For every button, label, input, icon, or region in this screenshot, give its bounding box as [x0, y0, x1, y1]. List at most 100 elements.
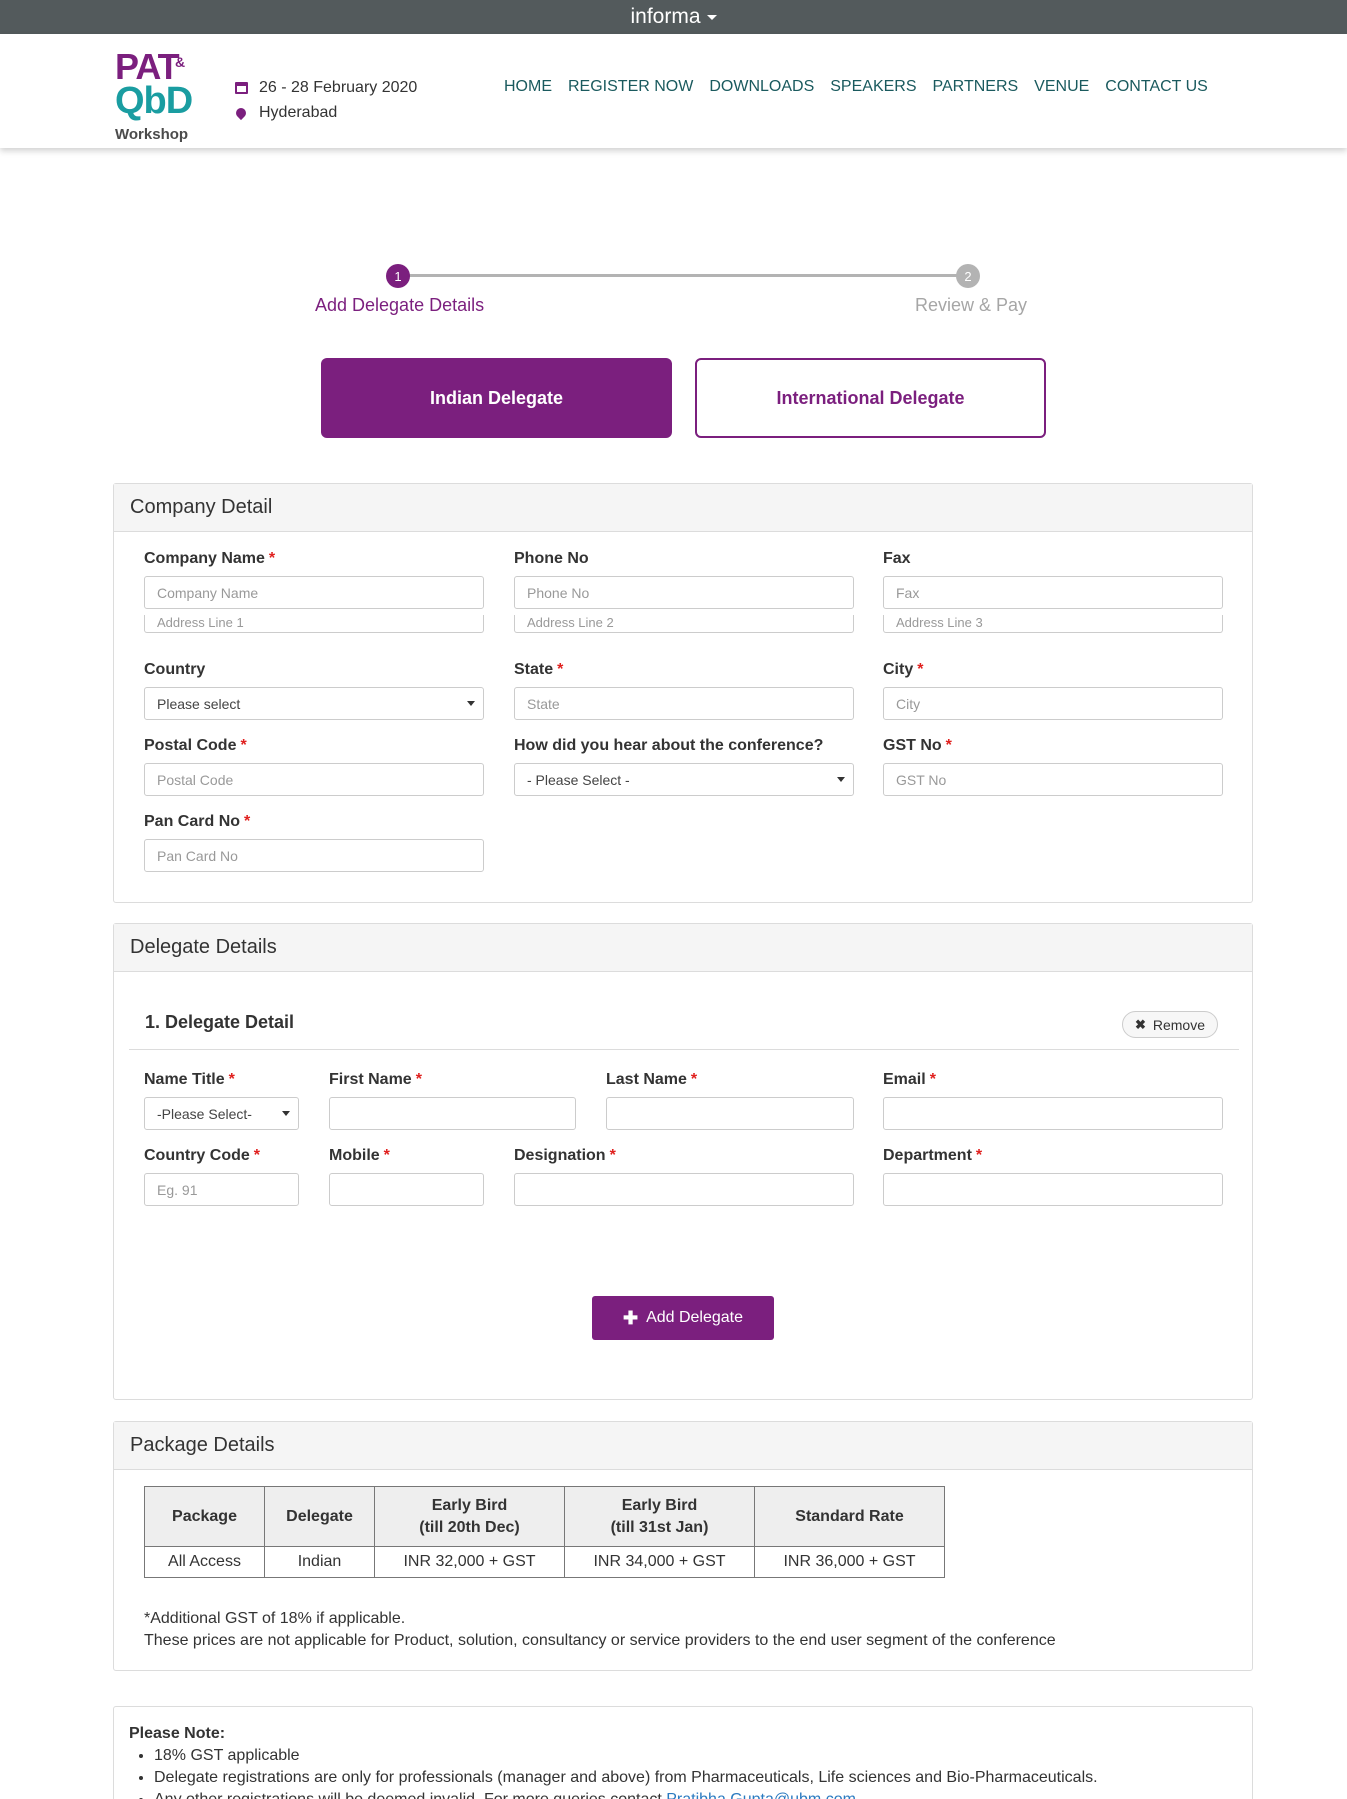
- package-details-heading: Package Details: [114, 1422, 1252, 1470]
- nav-speakers[interactable]: SPEAKERS: [830, 78, 916, 96]
- select-arrow-icon: [467, 701, 475, 706]
- country-code-input[interactable]: Eg. 91: [144, 1173, 299, 1206]
- table-header: Early Bird (till 31st Jan): [564, 1486, 755, 1547]
- informa-brand[interactable]: informa: [630, 5, 700, 29]
- first-name-label: First Name *: [329, 1071, 422, 1088]
- event-logo[interactable]: PAT & QbD Workshop: [115, 46, 193, 143]
- last-name-input[interactable]: [606, 1097, 854, 1130]
- list-item: Delegate registrations are only for prof…: [154, 1767, 1237, 1789]
- gst-label: GST No *: [883, 737, 952, 754]
- nav-partners[interactable]: PARTNERS: [933, 78, 1019, 96]
- add-delegate-button[interactable]: ✚ Add Delegate: [592, 1296, 774, 1340]
- pan-card-input[interactable]: Pan Card No: [144, 839, 484, 872]
- please-note-panel: Please Note: 18% GST applicable Delegate…: [113, 1706, 1253, 1799]
- delegate-divider: [129, 1049, 1239, 1050]
- table-cell: INR 32,000 + GST: [374, 1546, 565, 1578]
- city-label: City *: [883, 661, 924, 678]
- fax-input[interactable]: Fax: [883, 576, 1223, 609]
- designation-input[interactable]: [514, 1173, 854, 1206]
- table-header: Standard Rate: [754, 1486, 945, 1547]
- address-line-2-input[interactable]: Address Line 2: [514, 615, 854, 633]
- table-header: Delegate: [264, 1486, 375, 1547]
- table-cell: All Access: [144, 1546, 265, 1578]
- chevron-down-icon[interactable]: [706, 14, 717, 20]
- hear-about-select[interactable]: - Please Select -: [514, 763, 854, 796]
- department-input[interactable]: [883, 1173, 1223, 1206]
- map-pin-icon: [233, 105, 249, 120]
- event-location: Hyderabad: [259, 104, 338, 121]
- calendar-icon: [234, 81, 248, 94]
- international-delegate-button[interactable]: International Delegate: [695, 358, 1046, 438]
- nav-contact-us[interactable]: CONTACT US: [1105, 78, 1208, 96]
- select-arrow-icon: [837, 777, 845, 782]
- last-name-label: Last Name *: [606, 1071, 698, 1088]
- table-header: Package: [144, 1486, 265, 1547]
- delegate-details-heading: Delegate Details: [114, 924, 1252, 972]
- address-line-1-input[interactable]: Address Line 1: [144, 615, 484, 633]
- department-label: Department *: [883, 1147, 983, 1164]
- mobile-input[interactable]: [329, 1173, 484, 1206]
- step-2-label: Review & Pay: [915, 295, 1028, 315]
- package-details-panel: Package Details Package Delegate Early B…: [113, 1421, 1253, 1671]
- email-input[interactable]: [883, 1097, 1223, 1130]
- nav-downloads[interactable]: DOWNLOADS: [709, 78, 814, 96]
- list-item: Any other registrations will be deemed i…: [154, 1789, 1237, 1799]
- phone-label: Phone No: [514, 550, 589, 567]
- company-name-input[interactable]: Company Name: [144, 576, 484, 609]
- company-detail-heading: Company Detail: [114, 484, 1252, 532]
- step-connector: [398, 274, 968, 277]
- country-select[interactable]: Please select: [144, 687, 484, 720]
- table-cell: INR 34,000 + GST: [564, 1546, 755, 1578]
- step-1-label: Add Delegate Details: [315, 295, 485, 315]
- select-arrow-icon: [282, 1111, 290, 1116]
- logo-workshop: Workshop: [115, 126, 189, 143]
- please-note-title: Please Note:: [129, 1725, 226, 1742]
- email-label: Email *: [883, 1071, 936, 1088]
- first-name-input[interactable]: [329, 1097, 576, 1130]
- nav-home[interactable]: HOME: [504, 78, 552, 96]
- fax-label: Fax: [883, 550, 911, 567]
- pricing-note: These prices are not applicable for Prod…: [144, 1632, 1056, 1649]
- nav-venue[interactable]: VENUE: [1034, 78, 1089, 96]
- contact-email-link[interactable]: Pratibha.Gupta@ubm.com: [666, 1791, 856, 1799]
- gst-input[interactable]: GST No: [883, 763, 1223, 796]
- delegate-item-title: 1. Delegate Detail: [145, 1012, 295, 1032]
- table-cell: Indian: [264, 1546, 375, 1578]
- notes-list: 18% GST applicable Delegate registration…: [154, 1745, 1237, 1799]
- gst-note: *Additional GST of 18% if applicable.: [144, 1610, 406, 1627]
- company-detail-panel: Company Detail Company Name * Company Nam…: [113, 483, 1253, 903]
- hear-about-label: How did you hear about the conference?: [514, 737, 824, 754]
- informa-topbar[interactable]: informa: [0, 0, 1347, 34]
- company-name-label: Company Name *: [144, 550, 276, 567]
- step-2-marker: 2: [956, 264, 980, 288]
- table-row: All Access Indian INR 32,000 + GST INR 3…: [144, 1546, 945, 1578]
- event-date: 26 - 28 February 2020: [259, 79, 418, 96]
- event-info: 26 - 28 February 2020 Hyderabad: [233, 75, 417, 125]
- table-cell: INR 36,000 + GST: [754, 1546, 945, 1578]
- remove-delegate-button[interactable]: ✖ Remove: [1122, 1011, 1218, 1038]
- plus-icon: ✚: [622, 1307, 639, 1328]
- phone-input[interactable]: Phone No: [514, 576, 854, 609]
- city-input[interactable]: City: [883, 687, 1223, 720]
- logo-amp: &: [175, 54, 186, 70]
- nav-register-now[interactable]: REGISTER NOW: [568, 78, 693, 96]
- main-nav: HOME REGISTER NOW DOWNLOADS SPEAKERS PAR…: [504, 78, 1224, 96]
- table-header: Early Bird (till 20th Dec): [374, 1486, 565, 1547]
- step-1-marker: 1: [386, 264, 410, 288]
- list-item: 18% GST applicable: [154, 1745, 1237, 1767]
- package-notes: *Additional GST of 18% if applicable. Th…: [144, 1608, 1056, 1652]
- designation-label: Designation *: [514, 1147, 616, 1164]
- close-icon: ✖: [1134, 1016, 1146, 1032]
- address-line-3-input[interactable]: Address Line 3: [883, 615, 1223, 633]
- name-title-select[interactable]: -Please Select-: [144, 1097, 299, 1130]
- package-table: Package Delegate Early Bird (till 20th De…: [144, 1486, 945, 1578]
- country-code-label: Country Code *: [144, 1147, 261, 1164]
- site-header: PAT & QbD Workshop 26 - 28 February 2020…: [0, 34, 1347, 148]
- indian-delegate-button[interactable]: Indian Delegate: [321, 358, 672, 438]
- postal-code-input[interactable]: Postal Code: [144, 763, 484, 796]
- pan-card-label: Pan Card No *: [144, 813, 251, 830]
- mobile-label: Mobile *: [329, 1147, 390, 1164]
- state-input[interactable]: State: [514, 687, 854, 720]
- delegate-details-panel: Delegate Details 1. Delegate Detail ✖ Rem…: [113, 923, 1253, 1400]
- logo-qbd: QbD: [115, 80, 193, 122]
